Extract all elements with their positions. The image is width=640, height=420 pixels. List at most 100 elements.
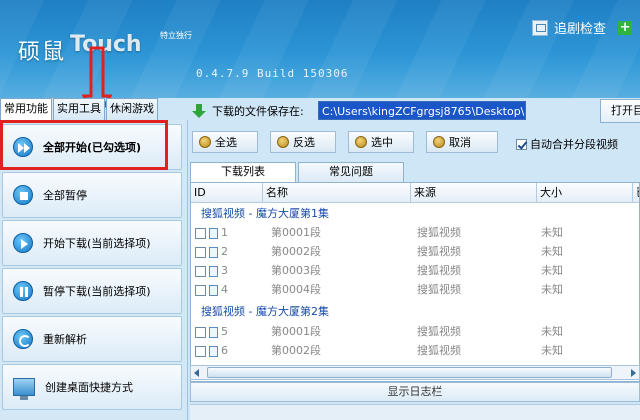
show-log-button[interactable]: 显示日志栏: [190, 382, 640, 402]
select-checked-label: 选中: [371, 136, 393, 149]
row-size: 未知: [541, 245, 563, 258]
row-id: 3: [221, 264, 228, 277]
start-download-label: 开始下载(当前选择项): [43, 237, 151, 250]
column-header-id[interactable]: ID: [191, 183, 263, 203]
save-path-bar: 下载的文件保存在: C:\Users\kingZCFgrgsj8765\Desk…: [190, 98, 640, 124]
table-row[interactable]: 6 第0002段 搜狐视频 未知: [191, 342, 639, 360]
pause-all-label: 全部暂停: [43, 189, 87, 202]
reparse-button[interactable]: 重新解析: [2, 316, 182, 362]
horizontal-scrollbar[interactable]: [190, 365, 640, 380]
row-id-cell: 2: [195, 243, 228, 261]
file-icon: [209, 227, 218, 239]
row-checkbox[interactable]: [195, 246, 206, 258]
status-strip: [190, 404, 640, 420]
logo-text: 硕鼠: [18, 40, 67, 65]
tab-download-list[interactable]: 下载列表: [190, 162, 296, 182]
column-header-size[interactable]: 大小: [537, 183, 633, 203]
invert-label: 反选: [293, 136, 315, 149]
file-icon: [209, 246, 218, 258]
scroll-right-icon[interactable]: [631, 369, 636, 377]
track-check-button[interactable]: 追剧检查 +: [532, 18, 633, 37]
pause-download-label: 暂停下载(当前选择项): [43, 285, 151, 298]
invert-selection-button[interactable]: 反选: [270, 131, 336, 153]
scrollbar-thumb[interactable]: [207, 367, 612, 378]
pause-icon: [13, 281, 33, 301]
track-check-label: 追剧检查: [554, 22, 607, 37]
row-id-cell: 3: [195, 262, 228, 280]
create-shortcut-label: 创建桌面快捷方式: [45, 381, 133, 394]
file-icon: [209, 345, 218, 357]
download-grid: ID 名称 来源 大小 已 搜狐视频 - 魔方大厦第1集 1 第0001段 搜狐…: [190, 182, 640, 382]
list-toolbar: 全选 反选 选中 取消 自动合并分段视频: [190, 128, 640, 158]
table-row[interactable]: 4 第0004段 搜狐视频 未知: [191, 281, 639, 299]
start-all-button[interactable]: 全部开始(已勾选项): [2, 124, 182, 170]
pause-all-button[interactable]: 全部暂停: [2, 172, 182, 218]
column-header-source[interactable]: 来源: [411, 183, 537, 203]
fast-forward-icon: [13, 137, 33, 157]
row-name: 第0001段: [271, 226, 321, 239]
start-download-button[interactable]: 开始下载(当前选择项): [2, 220, 182, 266]
refresh-icon: [13, 329, 33, 349]
stop-icon: [13, 185, 33, 205]
select-all-label: 全选: [215, 136, 237, 149]
select-checked-icon: [355, 136, 367, 148]
row-name: 第0002段: [271, 344, 321, 357]
cancel-label: 取消: [449, 136, 471, 149]
row-id-cell: 6: [195, 342, 228, 360]
logo-slogan: 特立独行: [160, 31, 192, 40]
sidebar: 全部开始(已勾选项) 全部暂停 开始下载(当前选择项) 暂停下载(当前选择项) …: [0, 120, 188, 420]
row-id: 4: [221, 283, 228, 296]
table-row[interactable]: 3 第0003段 搜狐视频 未知: [191, 262, 639, 280]
column-header-name[interactable]: 名称: [263, 183, 411, 203]
row-size: 未知: [541, 344, 563, 357]
main-tabs: 常用功能 实用工具 休闲游戏: [0, 98, 159, 120]
start-all-label: 全部开始(已勾选项): [43, 141, 142, 154]
save-path-label: 下载的文件保存在:: [212, 105, 304, 118]
cancel-button[interactable]: 取消: [426, 131, 498, 153]
row-checkbox[interactable]: [195, 265, 206, 277]
grid-header: ID 名称 来源 大小 已: [191, 183, 639, 203]
row-name: 第0001段: [271, 325, 321, 338]
column-header-downloaded[interactable]: 已: [633, 183, 639, 203]
monitor-icon: [532, 19, 548, 36]
row-checkbox[interactable]: [195, 284, 206, 296]
tab-common[interactable]: 常用功能: [0, 98, 52, 120]
list-tabs: 下载列表 常见问题: [190, 162, 406, 182]
row-id: 6: [221, 344, 228, 357]
row-source: 搜狐视频: [417, 226, 461, 239]
row-checkbox[interactable]: [195, 326, 206, 338]
row-id-cell: 4: [195, 281, 228, 299]
group-row[interactable]: 搜狐视频 - 魔方大厦第2集: [191, 303, 639, 321]
file-icon: [209, 265, 218, 277]
computer-icon: [13, 378, 35, 400]
cancel-icon: [433, 136, 445, 148]
create-shortcut-button[interactable]: 创建桌面快捷方式: [2, 364, 182, 410]
row-id-cell: 5: [195, 323, 228, 341]
row-size: 未知: [541, 264, 563, 277]
play-icon: [13, 233, 33, 253]
add-icon[interactable]: +: [618, 20, 633, 35]
auto-merge-checkbox[interactable]: [516, 138, 527, 150]
tab-games[interactable]: 休闲游戏: [106, 98, 158, 120]
row-checkbox[interactable]: [195, 227, 206, 239]
select-checked-button[interactable]: 选中: [348, 131, 414, 153]
table-row[interactable]: 2 第0002段 搜狐视频 未知: [191, 243, 639, 261]
file-icon: [209, 284, 218, 296]
table-row[interactable]: 5 第0001段 搜狐视频 未知: [191, 323, 639, 341]
row-size: 未知: [541, 283, 563, 296]
tab-faq[interactable]: 常见问题: [298, 162, 404, 182]
scroll-left-icon[interactable]: [194, 369, 199, 377]
auto-merge-label: 自动合并分段视频: [530, 138, 618, 151]
pause-download-button[interactable]: 暂停下载(当前选择项): [2, 268, 182, 314]
tab-tools[interactable]: 实用工具: [53, 98, 105, 120]
row-source: 搜狐视频: [417, 264, 461, 277]
version-label: 0.4.7.9 Build 150306: [196, 67, 349, 80]
group-row[interactable]: 搜狐视频 - 魔方大厦第1集: [191, 205, 639, 223]
open-folder-button[interactable]: 打开目: [600, 99, 640, 123]
table-row[interactable]: 1 第0001段 搜狐视频 未知: [191, 224, 639, 242]
select-all-button[interactable]: 全选: [192, 131, 258, 153]
auto-merge-option[interactable]: 自动合并分段视频: [516, 136, 618, 152]
row-source: 搜狐视频: [417, 283, 461, 296]
row-checkbox[interactable]: [195, 345, 206, 357]
save-path-input[interactable]: C:\Users\kingZCFgrgsj8765\Desktop\: [318, 101, 526, 120]
